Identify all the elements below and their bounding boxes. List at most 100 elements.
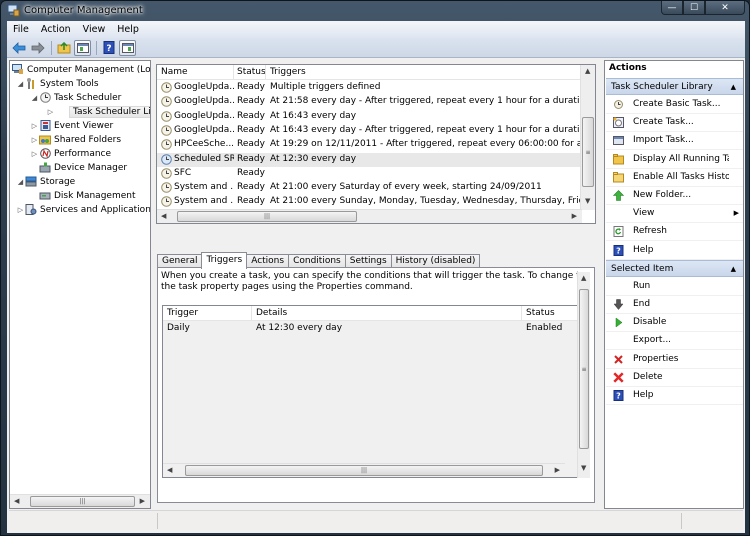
column-header-status[interactable]: Status [526, 308, 555, 318]
tree-item-task-scheduler[interactable]: ◢ Task Scheduler [30, 91, 121, 104]
collapse-section-icon[interactable]: ▲ [731, 79, 736, 95]
help-button[interactable]: ? [100, 40, 117, 56]
tab-conditions[interactable]: Conditions [288, 254, 346, 268]
menu-file[interactable]: File [7, 21, 35, 38]
scroll-left-icon[interactable]: ◀ [167, 466, 172, 474]
menu-help[interactable]: Help [111, 21, 145, 38]
scroll-up-icon[interactable]: ▲ [585, 67, 590, 75]
show-hide-action-pane-button[interactable] [119, 39, 136, 56]
collapse-arrow-icon[interactable]: ◢ [16, 178, 25, 186]
task-list-vertical-scrollbar[interactable]: ▲ ≡ ▼ [580, 65, 595, 210]
task-row[interactable]: HPCeeSche... Ready At 19:29 on 12/11/2011 … [157, 138, 582, 152]
tab-settings[interactable]: Settings [344, 254, 392, 268]
action-disable[interactable]: Disable [606, 314, 743, 333]
tree-horizontal-scrollbar[interactable]: ◀ ||| ▶ [10, 494, 150, 508]
actions-section-header[interactable]: Selected Item ▲ [606, 259, 743, 277]
action-delete[interactable]: Delete [606, 369, 743, 387]
action-properties[interactable]: Properties [606, 351, 743, 369]
tab-panel-vertical-scrollbar[interactable]: ▲ ≡ ▼ [577, 272, 590, 478]
scroll-down-icon[interactable]: ▼ [581, 464, 586, 472]
scroll-thumb[interactable]: ||| [30, 496, 135, 507]
scroll-right-icon[interactable]: ▶ [572, 212, 577, 220]
column-header-status[interactable]: Status [237, 67, 266, 77]
title-bar[interactable]: Computer Management — ☐ ✕ [1, 1, 750, 21]
column-divider[interactable] [251, 306, 252, 321]
action-create-task[interactable]: Create Task... [606, 114, 743, 133]
action-view[interactable]: View ▶ [606, 205, 743, 224]
action-end[interactable]: End [606, 296, 743, 314]
action-display-all-running-ta[interactable]: Display All Running Ta... [606, 151, 743, 169]
action-help[interactable]: ? Help [606, 242, 743, 260]
task-row[interactable]: GoogleUpda... Ready At 21:58 every day - A… [157, 95, 582, 109]
column-divider[interactable] [521, 306, 522, 321]
scroll-thumb[interactable]: ||| [185, 465, 543, 476]
tab-triggers[interactable]: Triggers [201, 252, 248, 269]
trigger-row[interactable]: Daily At 12:30 every day Enabled [163, 321, 578, 336]
actions-section-header[interactable]: Task Scheduler Library ▲ [606, 78, 743, 95]
scroll-thumb[interactable]: ≡ [579, 289, 589, 449]
action-run[interactable]: Run [606, 278, 743, 296]
column-divider[interactable] [265, 65, 266, 80]
action-export[interactable]: Export... [606, 332, 743, 351]
task-row[interactable]: System and ... Ready At 21:00 every Saturd… [157, 181, 582, 195]
tree-item-computer-management[interactable]: Computer Management (Local [12, 63, 150, 76]
task-list-horizontal-scrollbar[interactable]: ◀ ||| ▶ [157, 209, 582, 223]
action-create-basic-task[interactable]: Create Basic Task... [606, 96, 743, 114]
scroll-down-icon[interactable]: ▼ [585, 197, 590, 205]
task-row[interactable]: GoogleUpda... Ready At 16:43 every day - A… [157, 124, 582, 138]
collapse-arrow-icon[interactable]: ◢ [30, 94, 39, 102]
menu-view[interactable]: View [77, 21, 112, 38]
tree-item-storage[interactable]: ◢ Storage [16, 175, 75, 188]
tree-item-event-viewer[interactable]: ▷ Event Viewer [30, 119, 113, 132]
close-button[interactable]: ✕ [705, 1, 745, 15]
expand-arrow-icon[interactable]: ▷ [16, 206, 25, 214]
tree-item-shared-folders[interactable]: ▷ Shared Folders [30, 133, 121, 146]
task-row[interactable]: GoogleUpda... Ready Multiple triggers defi… [157, 81, 582, 95]
column-header-name[interactable]: Name [161, 67, 188, 77]
toolbar-separator [51, 40, 52, 55]
column-header-trigger[interactable]: Trigger [167, 308, 198, 318]
show-hide-console-tree-button[interactable] [74, 39, 91, 56]
tab-history[interactable]: History (disabled) [390, 254, 481, 268]
expand-arrow-icon[interactable]: ▷ [30, 122, 39, 130]
scroll-left-icon[interactable]: ◀ [14, 497, 19, 505]
scroll-thumb[interactable]: ||| [177, 211, 357, 222]
action-refresh[interactable]: Refresh [606, 223, 743, 242]
action-enable-all-tasks-history[interactable]: Enable All Tasks History [606, 169, 743, 187]
action-help[interactable]: ? Help [606, 387, 743, 405]
task-row[interactable]: SFC Ready [157, 167, 582, 181]
tree-item-device-manager[interactable]: Device Manager [39, 161, 127, 174]
column-header-triggers[interactable]: Triggers [270, 67, 306, 77]
maximize-button[interactable]: ☐ [683, 1, 705, 15]
tree-item-performance[interactable]: ▷ Performance [30, 147, 111, 160]
back-button[interactable] [10, 40, 27, 56]
forward-button[interactable] [29, 40, 46, 56]
expand-arrow-icon[interactable]: ▷ [30, 136, 39, 144]
minimize-button[interactable]: — [661, 1, 683, 15]
up-folder-button[interactable] [55, 40, 72, 56]
tab-actions[interactable]: Actions [246, 254, 290, 268]
scroll-right-icon[interactable]: ▶ [555, 466, 560, 474]
column-header-details[interactable]: Details [256, 308, 287, 318]
trigger-table-horizontal-scrollbar[interactable]: ◀ ||| ▶ [163, 463, 565, 477]
tree-item-services-and-applications[interactable]: ▷ Services and Applications [16, 203, 150, 216]
task-row[interactable]: System and ... Ready At 21:00 every Sunday… [157, 195, 582, 209]
scroll-thumb[interactable]: ≡ [582, 117, 594, 187]
tree-item-disk-management[interactable]: Disk Management [39, 189, 135, 202]
scroll-right-icon[interactable]: ▶ [140, 497, 145, 505]
expand-arrow-icon[interactable]: ▷ [46, 108, 55, 116]
action-new-folder[interactable]: New Folder... [606, 187, 743, 205]
tree-item-system-tools[interactable]: ◢ System Tools [16, 77, 99, 90]
action-import-task[interactable]: Import Task... [606, 132, 743, 151]
task-row[interactable]: GoogleUpda... Ready At 16:43 every day [157, 110, 582, 124]
scroll-left-icon[interactable]: ◀ [161, 212, 166, 220]
tab-general[interactable]: General [157, 254, 203, 268]
menu-action[interactable]: Action [35, 21, 77, 38]
collapse-arrow-icon[interactable]: ◢ [16, 80, 25, 88]
task-row[interactable]: Scheduled SR Ready At 12:30 every day [157, 152, 582, 167]
tree-item-task-scheduler-library[interactable]: ▷ Task Scheduler Libra [46, 105, 150, 118]
scroll-up-icon[interactable]: ▲ [581, 274, 586, 282]
column-divider[interactable] [233, 65, 234, 80]
expand-arrow-icon[interactable]: ▷ [30, 150, 39, 158]
collapse-section-icon[interactable]: ▲ [731, 261, 736, 277]
